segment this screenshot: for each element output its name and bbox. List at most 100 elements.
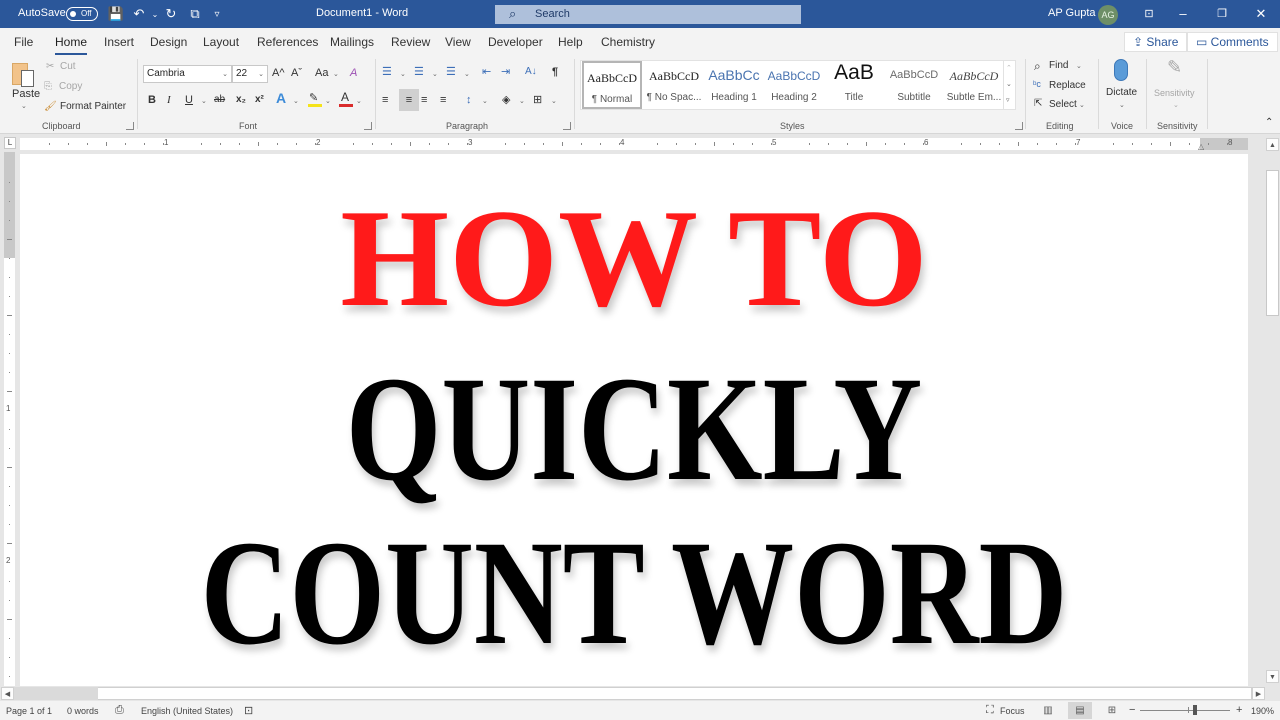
horizontal-scrollbar[interactable]: ◀ ▶ xyxy=(0,686,1265,701)
avatar[interactable]: AG xyxy=(1098,5,1118,25)
style-title[interactable]: AaB Title xyxy=(824,61,884,109)
style-heading-1[interactable]: AaBbCc Heading 1 xyxy=(704,61,764,109)
sort-button[interactable]: A↓ xyxy=(525,65,537,79)
chevron-down-icon[interactable]: ⌄ xyxy=(293,95,299,109)
font-color-button[interactable]: A xyxy=(339,91,353,107)
chevron-down-icon[interactable]: ⌄ xyxy=(400,68,406,82)
vertical-scrollbar[interactable]: ▲ ▼ xyxy=(1265,134,1280,686)
bold-button[interactable]: B xyxy=(148,93,156,107)
focus-button[interactable]: Focus xyxy=(1000,706,1025,716)
style-heading-2[interactable]: AaBbCcD Heading 2 xyxy=(764,61,824,109)
replace-button[interactable]: Replace xyxy=(1049,80,1086,91)
italic-button[interactable]: I xyxy=(167,93,171,107)
format-painter-button[interactable]: Format Painter xyxy=(60,101,126,112)
tab-mailings[interactable]: Mailings xyxy=(330,35,374,49)
scroll-down-icon[interactable]: ⌄ xyxy=(1006,78,1012,92)
tab-selector[interactable]: L xyxy=(4,137,16,149)
chevron-down-icon[interactable]: ⌄ xyxy=(464,68,470,82)
language[interactable]: English (United States) xyxy=(141,706,233,716)
decrease-indent-button[interactable]: ⇤ xyxy=(482,65,491,79)
paste-label[interactable]: Paste xyxy=(12,88,40,100)
page-count[interactable]: Page 1 of 1 xyxy=(6,706,52,716)
share-button[interactable]: ⇪ Share xyxy=(1124,32,1187,52)
tab-developer[interactable]: Developer xyxy=(488,35,543,49)
chevron-down-icon[interactable]: ⌄ xyxy=(1076,62,1082,70)
chevron-down-icon[interactable]: ⌄ xyxy=(432,68,438,82)
zoom-level[interactable]: 190% xyxy=(1251,706,1274,716)
chevron-down-icon[interactable]: ⌄ xyxy=(325,95,331,109)
tab-help[interactable]: Help xyxy=(558,35,583,49)
sensitivity-button[interactable]: Sensitivity xyxy=(1154,88,1195,98)
chevron-down-icon[interactable]: ⌄ xyxy=(333,68,339,82)
ribbon-display-options-icon[interactable]: ⊡ xyxy=(1136,4,1162,24)
center-button[interactable]: ≡ xyxy=(399,89,419,111)
ruler-bar[interactable]: 1 2 3 4 5 6 7 8 △ xyxy=(20,138,1248,150)
font-size-select[interactable]: 22 ⌄ xyxy=(232,65,268,83)
chevron-down-icon[interactable]: ⌄ xyxy=(1119,101,1125,109)
dictate-button[interactable]: Dictate xyxy=(1106,87,1137,98)
style-no-spacing[interactable]: AaBbCcD ¶ No Spac... xyxy=(644,61,704,109)
search-box[interactable]: ⌕ Search xyxy=(495,5,801,24)
line-spacing-button[interactable]: ↕ xyxy=(466,93,472,107)
close-button[interactable]: ✕ xyxy=(1248,4,1274,24)
chevron-down-icon[interactable]: ⌄ xyxy=(1079,101,1085,109)
chevron-down-icon[interactable]: ⌄ xyxy=(551,95,557,109)
bullets-button[interactable]: ☰ xyxy=(382,65,392,79)
justify-button[interactable]: ≡ xyxy=(440,93,446,107)
scroll-thumb[interactable] xyxy=(1266,170,1279,316)
align-right-button[interactable]: ≡ xyxy=(421,93,427,107)
align-left-button[interactable]: ≡ xyxy=(382,93,388,107)
zoom-out-button[interactable]: − xyxy=(1129,704,1135,716)
underline-button[interactable]: U xyxy=(185,93,193,107)
comments-button[interactable]: ▭ Comments xyxy=(1187,32,1278,52)
scroll-up-arrow[interactable]: ▲ xyxy=(1266,138,1279,151)
scroll-thumb[interactable] xyxy=(14,687,98,700)
tab-insert[interactable]: Insert xyxy=(104,35,134,49)
clipboard-launcher-icon[interactable] xyxy=(126,122,134,130)
tab-file[interactable]: File xyxy=(14,35,33,49)
zoom-in-button[interactable]: + xyxy=(1236,704,1242,716)
multilevel-list-button[interactable]: ☰ xyxy=(446,65,456,79)
tab-review[interactable]: Review xyxy=(391,35,430,49)
increase-indent-button[interactable]: ⇥ xyxy=(501,65,510,79)
chevron-down-icon[interactable]: ⌄ xyxy=(482,95,488,109)
autosave-toggle[interactable]: Off xyxy=(66,7,98,21)
user-name[interactable]: AP Gupta xyxy=(1048,7,1096,19)
customize-toolbar-icon[interactable]: ▿ xyxy=(208,5,226,23)
style-normal[interactable]: AaBbCcD ¶ Normal xyxy=(582,61,642,109)
word-count[interactable]: 0 words xyxy=(67,706,99,716)
scroll-down-arrow[interactable]: ▼ xyxy=(1266,670,1279,683)
save-icon[interactable]: 💾 xyxy=(107,5,125,23)
show-marks-button[interactable]: ¶ xyxy=(552,65,558,79)
chevron-down-icon[interactable]: ⌄ xyxy=(201,95,207,109)
superscript-button[interactable]: x² xyxy=(255,93,264,107)
read-mode-button[interactable]: ▥ xyxy=(1036,702,1060,719)
scroll-track[interactable] xyxy=(14,687,1252,700)
chevron-down-icon[interactable]: ⌄ xyxy=(519,95,525,109)
copy-format-icon[interactable]: ⧉ xyxy=(186,5,204,23)
shrink-font-button[interactable]: Aˇ xyxy=(291,66,302,80)
clear-formatting-button[interactable]: A xyxy=(350,66,357,80)
chevron-down-icon[interactable]: ⌄ xyxy=(356,95,362,109)
restore-button[interactable]: ❐ xyxy=(1209,4,1235,24)
change-case-button[interactable]: Aa xyxy=(315,66,328,80)
styles-launcher-icon[interactable] xyxy=(1015,122,1023,130)
strikethrough-button[interactable]: ab xyxy=(214,93,225,107)
print-layout-button[interactable]: ▤ xyxy=(1068,702,1092,719)
document-page[interactable]: HOW TO QUICKLY COUNT WORD xyxy=(20,154,1248,688)
tab-design[interactable]: Design xyxy=(150,35,187,49)
font-name-select[interactable]: Cambria ⌄ xyxy=(143,65,232,83)
tab-layout[interactable]: Layout xyxy=(203,35,239,49)
shading-button[interactable]: ◈ xyxy=(502,93,510,107)
tab-references[interactable]: References xyxy=(257,35,318,49)
web-layout-button[interactable]: ⊞ xyxy=(1100,702,1124,719)
text-effects-button[interactable]: A xyxy=(276,91,286,105)
subscript-button[interactable]: x₂ xyxy=(236,93,246,107)
cut-button[interactable]: Cut xyxy=(60,61,76,72)
tab-chemistry[interactable]: Chemistry xyxy=(601,35,655,49)
accessibility-icon[interactable]: ⊡ xyxy=(244,704,253,717)
microphone-icon[interactable] xyxy=(1114,59,1128,81)
highlight-button[interactable]: ✎ xyxy=(308,91,322,107)
scroll-left-arrow[interactable]: ◀ xyxy=(1,687,14,700)
numbering-button[interactable]: ☰ xyxy=(414,65,424,79)
